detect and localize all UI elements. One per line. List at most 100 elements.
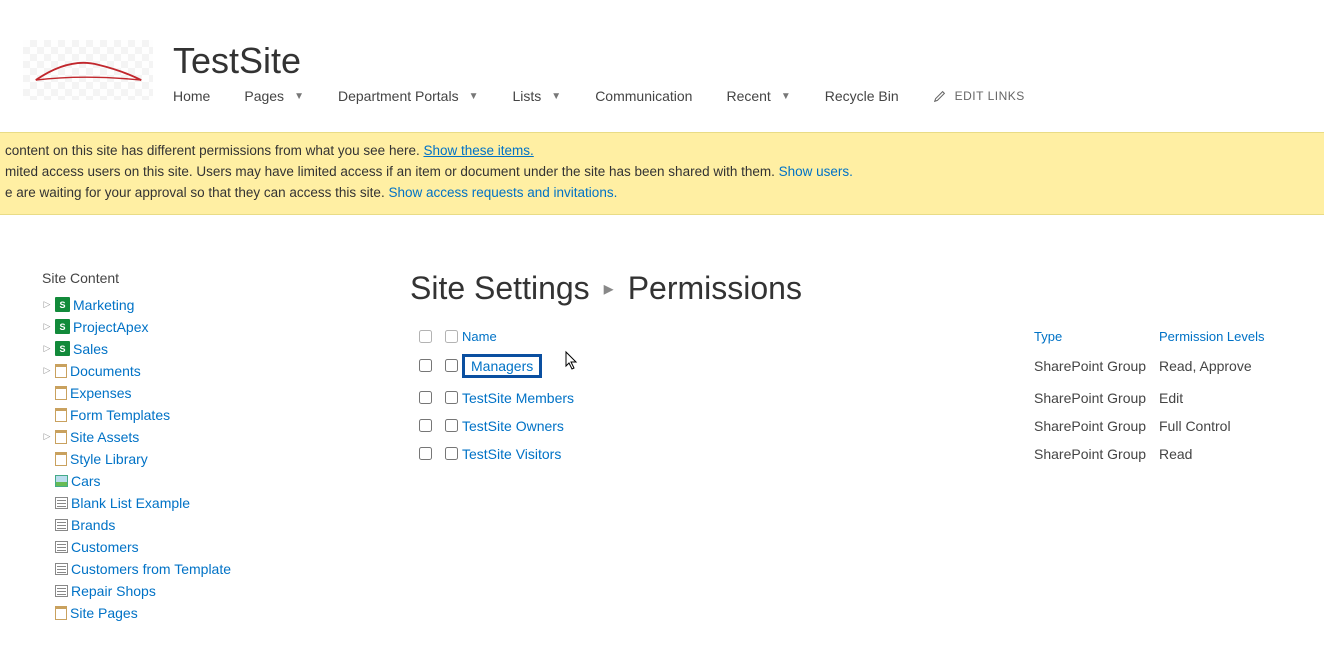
expand-icon[interactable]: ▷	[42, 299, 52, 310]
show-requests-link[interactable]: Show access requests and invitations.	[388, 185, 617, 200]
tree-item[interactable]: ▷ ProjectApex	[42, 316, 410, 338]
notice-text: content on this site has different permi…	[5, 143, 423, 158]
tree-item-link[interactable]: Site Assets	[70, 429, 139, 445]
sidebar-title: Site Content	[42, 270, 410, 286]
tree-item[interactable]: Site Pages	[42, 602, 410, 624]
group-type: SharePoint Group	[1034, 418, 1159, 434]
pencil-icon	[933, 89, 947, 103]
row-edit-checkbox[interactable]	[445, 447, 458, 460]
show-users-link[interactable]: Show users.	[779, 164, 853, 179]
tree-item[interactable]: Repair Shops	[42, 580, 410, 602]
list-icon	[55, 563, 68, 575]
column-header-permissions[interactable]: Permission Levels	[1159, 329, 1294, 344]
list-icon	[55, 519, 68, 531]
tree-item[interactable]: Expenses	[42, 382, 410, 404]
tree-item[interactable]: Style Library	[42, 448, 410, 470]
row-select-checkbox[interactable]	[419, 391, 432, 404]
tree-item[interactable]: ▷ Site Assets	[42, 426, 410, 448]
tree-item[interactable]: ▷ Documents	[42, 360, 410, 382]
row-edit-checkbox[interactable]	[445, 359, 458, 372]
tree-item[interactable]: Customers	[42, 536, 410, 558]
notification-bar: content on this site has different permi…	[0, 132, 1324, 215]
expand-icon[interactable]: ▷	[42, 365, 52, 376]
edit-links-button[interactable]: EDIT LINKS	[933, 89, 1025, 103]
tree-item-link[interactable]: Customers from Template	[71, 561, 231, 577]
tree-item-link[interactable]: Style Library	[70, 451, 148, 467]
group-type: SharePoint Group	[1034, 358, 1159, 374]
tree-item[interactable]: ▷ Marketing	[42, 294, 410, 316]
nav-label: Lists	[512, 88, 541, 104]
tree-item[interactable]: Customers from Template	[42, 558, 410, 580]
row-select-checkbox[interactable]	[419, 359, 432, 372]
tree-item-link[interactable]: ProjectApex	[73, 319, 148, 335]
site-logo[interactable]	[23, 40, 153, 100]
breadcrumb-level1[interactable]: Site Settings	[410, 270, 590, 307]
tree-item-link[interactable]: Repair Shops	[71, 583, 156, 599]
group-name-link[interactable]: TestSite Members	[462, 390, 574, 406]
img-icon	[55, 475, 68, 487]
tree-item-link[interactable]: Brands	[71, 517, 115, 533]
chevron-down-icon: ▼	[551, 91, 561, 102]
chevron-down-icon: ▼	[469, 91, 479, 102]
tree-item-link[interactable]: Sales	[73, 341, 108, 357]
tree-item[interactable]: Form Templates	[42, 404, 410, 426]
permission-level: Full Control	[1159, 418, 1294, 434]
permissions-table: Name Type Permission Levels Managers Shar…	[410, 325, 1294, 468]
group-name-link[interactable]: TestSite Owners	[462, 418, 564, 434]
tree-item-link[interactable]: Marketing	[73, 297, 134, 313]
nav-item-communication[interactable]: Communication	[595, 88, 708, 104]
doc-icon	[55, 408, 67, 422]
list-icon	[55, 541, 68, 553]
nav-item-pages[interactable]: Pages▼	[244, 88, 320, 104]
tree-item-link[interactable]: Documents	[70, 363, 141, 379]
column-header-name[interactable]: Name	[462, 329, 1034, 344]
table-row: TestSite MembersSharePoint GroupEdit	[410, 384, 1294, 412]
doc-icon	[55, 364, 67, 378]
top-nav: HomePages▼Department Portals▼Lists▼Commu…	[173, 88, 1324, 104]
nav-item-home[interactable]: Home	[173, 88, 226, 104]
tree-item-link[interactable]: Form Templates	[70, 407, 170, 423]
tree-item-link[interactable]: Cars	[71, 473, 101, 489]
table-row: TestSite Owners SharePoint GroupFull Cont…	[410, 412, 1294, 440]
select-all-checkbox[interactable]	[419, 330, 432, 343]
sp-icon	[55, 297, 70, 312]
expand-icon[interactable]: ▷	[42, 431, 52, 442]
tree-item-link[interactable]: Expenses	[70, 385, 131, 401]
nav-label: Communication	[595, 88, 692, 104]
doc-icon	[55, 386, 67, 400]
tree-item[interactable]: Blank List Example	[42, 492, 410, 514]
group-name-link[interactable]: TestSite Visitors	[462, 446, 561, 462]
row-edit-checkbox[interactable]	[445, 419, 458, 432]
nav-label: Pages	[244, 88, 284, 104]
row-select-checkbox[interactable]	[419, 419, 432, 432]
tree-item[interactable]: Brands	[42, 514, 410, 536]
row-edit-checkbox[interactable]	[445, 391, 458, 404]
doc-icon	[55, 606, 67, 620]
nav-item-department-portals[interactable]: Department Portals▼	[338, 88, 495, 104]
group-type: SharePoint Group	[1034, 446, 1159, 462]
tree-item-link[interactable]: Customers	[71, 539, 139, 555]
nav-label: Recycle Bin	[825, 88, 899, 104]
show-items-link[interactable]: Show these items.	[423, 143, 533, 158]
tree-item-link[interactable]: Blank List Example	[71, 495, 190, 511]
nav-item-recent[interactable]: Recent▼	[726, 88, 806, 104]
nav-item-recycle-bin[interactable]: Recycle Bin	[825, 88, 915, 104]
row-select-checkbox[interactable]	[419, 447, 432, 460]
breadcrumb: Site Settings ▸ Permissions	[410, 270, 1294, 307]
expand-icon[interactable]: ▷	[42, 343, 52, 354]
table-row: ManagersSharePoint GroupRead, Approve	[410, 348, 1294, 384]
tree-item[interactable]: Cars	[42, 470, 410, 492]
tree-item[interactable]: ▷ Sales	[42, 338, 410, 360]
tree-item-link[interactable]: Site Pages	[70, 605, 138, 621]
breadcrumb-level2: Permissions	[628, 270, 802, 307]
column-header-type[interactable]: Type	[1034, 329, 1159, 344]
notice-text: e are waiting for your approval so that …	[5, 185, 388, 200]
sidebar: Site Content ▷ Marketing ▷ ProjectApex ▷ Sale…	[0, 270, 410, 624]
car-logo-icon	[31, 53, 146, 88]
group-name-link[interactable]: Managers	[471, 358, 533, 374]
nav-item-lists[interactable]: Lists ▼	[512, 88, 577, 104]
permission-level: Edit	[1159, 390, 1294, 406]
expand-icon[interactable]: ▷	[42, 321, 52, 332]
header-checkbox[interactable]	[445, 330, 458, 343]
site-title[interactable]: TestSite	[173, 40, 1324, 82]
